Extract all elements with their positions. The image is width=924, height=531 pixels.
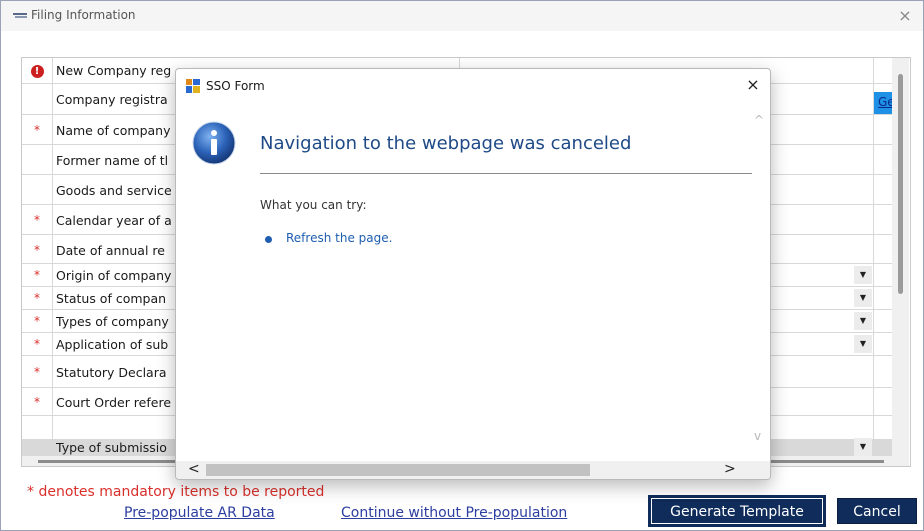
row-label: Statutory Declara bbox=[56, 365, 167, 380]
row-mark: * bbox=[34, 123, 40, 137]
row-label: Name of company bbox=[56, 123, 171, 138]
row-label: Types of company bbox=[56, 314, 169, 329]
dropdown-arrow-icon[interactable]: ▼ bbox=[854, 312, 872, 330]
dialog-horizontal-scrollbar[interactable]: < > bbox=[176, 461, 770, 479]
sso-form-dialog: SSO Form × Navigation to the webpage was… bbox=[175, 68, 771, 480]
dropdown-arrow-icon[interactable]: ▼ bbox=[854, 438, 872, 456]
row-label: Calendar year of a bbox=[56, 213, 172, 228]
dialog-title: SSO Form bbox=[206, 79, 265, 93]
scroll-up-icon[interactable]: ^ bbox=[754, 113, 764, 127]
mandatory-note: * denotes mandatory items to be reported bbox=[27, 484, 325, 500]
bullet-icon bbox=[265, 236, 272, 243]
scroll-left-icon[interactable]: < bbox=[188, 461, 200, 477]
row-mark: * bbox=[34, 268, 40, 282]
what-you-can-try-label: What you can try: bbox=[260, 198, 367, 212]
cancel-button[interactable]: Cancel bbox=[837, 498, 917, 524]
row-label: Status of compan bbox=[56, 291, 167, 306]
row-label: Origin of company bbox=[56, 268, 172, 283]
generate-template-button[interactable]: Generate Template bbox=[648, 495, 826, 527]
dropdown-arrow-icon[interactable]: ▼ bbox=[854, 266, 872, 284]
dialog-content: Navigation to the webpage was canceled W… bbox=[176, 101, 770, 461]
refresh-page-link[interactable]: Refresh the page. bbox=[286, 231, 392, 245]
window-titlebar: Filing Information × bbox=[1, 1, 923, 31]
dialog-divider bbox=[260, 173, 752, 174]
info-icon bbox=[192, 121, 236, 165]
prepopulate-link[interactable]: Pre-populate AR Data bbox=[124, 505, 275, 521]
sso-form-app-icon bbox=[186, 79, 200, 93]
app-icon bbox=[13, 13, 27, 18]
row-label: Application of sub bbox=[56, 337, 169, 352]
grid-vertical-scrollbar[interactable] bbox=[892, 58, 909, 466]
row-mark: * bbox=[34, 243, 40, 257]
row-label: Company registra bbox=[56, 92, 168, 107]
row-mark: * bbox=[34, 395, 40, 409]
scroll-down-icon[interactable]: v bbox=[754, 429, 761, 443]
row-label: Former name of tl bbox=[56, 153, 169, 168]
window-close-icon[interactable]: × bbox=[893, 4, 917, 28]
row-mark: * bbox=[34, 337, 40, 351]
dialog-heading: Navigation to the webpage was canceled bbox=[260, 133, 632, 154]
scroll-right-icon[interactable]: > bbox=[724, 461, 736, 477]
dialog-horizontal-scroll-thumb[interactable] bbox=[206, 464, 590, 476]
dropdown-arrow-icon[interactable]: ▼ bbox=[854, 289, 872, 307]
continue-without-prepopulation-link[interactable]: Continue without Pre-population bbox=[341, 505, 567, 521]
row-mark: * bbox=[34, 365, 40, 379]
row-label: Court Order refere bbox=[56, 395, 172, 410]
row-label: Type of submissio bbox=[56, 440, 167, 455]
row-mark: ! bbox=[22, 63, 52, 78]
dropdown-arrow-icon[interactable]: ▼ bbox=[854, 335, 872, 353]
window-title: Filing Information bbox=[31, 8, 136, 22]
dialog-close-icon[interactable]: × bbox=[742, 73, 764, 97]
row-label: New Company reg bbox=[56, 63, 172, 78]
row-mark: * bbox=[34, 314, 40, 328]
row-mark: * bbox=[34, 213, 40, 227]
row-label: Date of annual re bbox=[56, 243, 165, 258]
error-alert-icon: ! bbox=[30, 65, 44, 78]
grid-vertical-scroll-thumb[interactable] bbox=[898, 74, 903, 294]
row-mark: * bbox=[34, 291, 40, 305]
row-label: Goods and service bbox=[56, 183, 172, 198]
